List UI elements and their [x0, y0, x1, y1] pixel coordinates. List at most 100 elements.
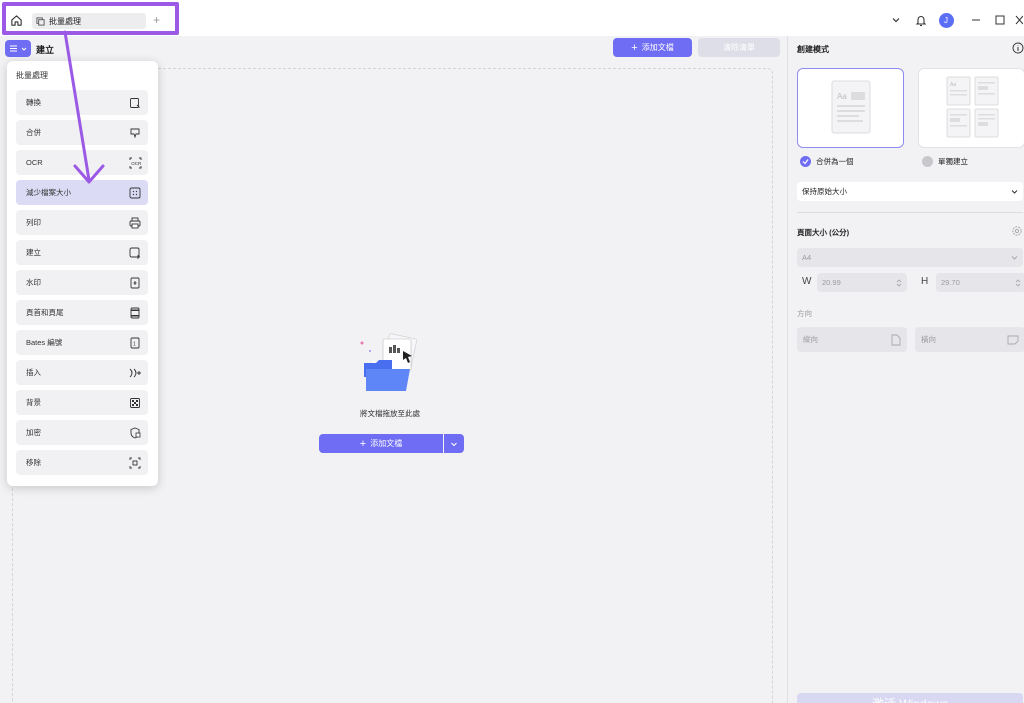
chevron-down-icon: [451, 442, 457, 446]
plus-icon: +: [359, 437, 367, 450]
height-input[interactable]: 29.70: [936, 273, 1024, 292]
merge-one-label: 合併為一個: [816, 157, 854, 166]
minimize-icon: [972, 19, 980, 21]
menu-item-label: 插入: [26, 368, 41, 377]
stepper-icon: [1015, 278, 1021, 287]
plus-icon: +: [631, 41, 638, 54]
page-size-label: 頁面大小 (公分): [797, 228, 850, 237]
info-icon[interactable]: [1012, 42, 1024, 54]
menu-item-label: 移除: [26, 458, 41, 467]
avatar: J: [938, 12, 954, 28]
chevron-down-icon: [21, 47, 27, 51]
menu-item[interactable]: 減少檔案大小: [16, 180, 148, 205]
menu-item[interactable]: 建立: [16, 240, 148, 265]
menu-item[interactable]: 轉換: [16, 90, 148, 115]
insert-icon: [128, 366, 142, 380]
orientation-label: 方向: [797, 309, 812, 318]
compress-icon: [128, 186, 142, 200]
avatar-button[interactable]: J: [937, 11, 955, 29]
gear-icon[interactable]: [1011, 225, 1023, 237]
create-mode-title: 創建模式: [797, 45, 829, 54]
multiple-documents-icon: Aa: [946, 76, 999, 138]
menu-item[interactable]: 移除: [16, 450, 148, 475]
landscape-label: 橫向: [921, 335, 936, 344]
landscape-button[interactable]: 橫向: [915, 327, 1024, 352]
ocr-icon: OCR: [128, 156, 142, 170]
menu-item-label: Bates 編號: [26, 338, 63, 347]
watermark-icon: [128, 276, 142, 290]
landscape-page-icon: [1007, 335, 1019, 344]
highlight-annotation: [2, 2, 179, 35]
menu-item-label: 轉換: [26, 98, 41, 107]
menu-item-label: 合併: [26, 128, 41, 137]
clear-list-button[interactable]: 清除清單: [698, 38, 780, 57]
width-value: 20.99: [822, 278, 841, 287]
menu-item[interactable]: 加密: [16, 420, 148, 445]
divider: [797, 212, 1023, 213]
minimize-button[interactable]: [969, 11, 983, 29]
paper-size-select[interactable]: A4: [797, 248, 1023, 267]
menu-item[interactable]: 合併: [16, 120, 148, 145]
menu-item-label: 加密: [26, 428, 41, 437]
menu-item-label: OCR: [26, 158, 43, 167]
title-bar: 批量處理 + J: [0, 0, 1024, 36]
width-input[interactable]: 20.99: [817, 273, 907, 292]
radio-checked-icon: [800, 156, 811, 167]
add-file-main-button[interactable]: + 添加文檔: [319, 434, 443, 453]
merge-one-option[interactable]: 合併為一個: [800, 156, 854, 167]
separate-option[interactable]: 單獨建立: [922, 156, 968, 167]
menu-item[interactable]: 水印: [16, 270, 148, 295]
height-label: H: [921, 276, 929, 287]
width-label: W: [802, 276, 812, 287]
menu-item[interactable]: 插入: [16, 360, 148, 385]
merge-mode-card[interactable]: Aa: [797, 68, 904, 148]
menu-item-label: 列印: [26, 218, 41, 227]
merge-icon: [128, 126, 142, 140]
add-file-dropdown-button[interactable]: [444, 434, 464, 453]
menu-item-label: 建立: [26, 248, 41, 257]
chevron-down-icon: [892, 18, 900, 23]
add-file-main-label: 添加文檔: [370, 439, 403, 448]
portrait-button[interactable]: 縱向: [797, 327, 907, 352]
portrait-page-icon: [891, 334, 901, 345]
bell-icon: [915, 15, 927, 26]
svg-text:OCR: OCR: [131, 161, 142, 166]
notification-button[interactable]: [913, 11, 929, 29]
batch-menu-button[interactable]: [5, 40, 31, 57]
convert-icon: [128, 96, 142, 110]
paper-size-value: A4: [802, 253, 812, 262]
menu-item-label: 減少檔案大小: [26, 188, 71, 197]
activate-windows-button[interactable]: 激活 Windows: [797, 693, 1023, 703]
maximize-button[interactable]: [993, 11, 1007, 29]
close-icon: [1015, 15, 1023, 25]
header-footer-icon: [128, 306, 142, 320]
close-button[interactable]: [1014, 11, 1024, 29]
page-title: 建立: [36, 45, 55, 55]
menu-item[interactable]: 列印: [16, 210, 148, 235]
menu-item[interactable]: Bates 編號 1: [16, 330, 148, 355]
add-file-button[interactable]: + 添加文檔: [613, 38, 692, 57]
menu-header: 批量處理: [16, 71, 48, 80]
single-document-icon: Aa: [831, 80, 871, 134]
remove-icon: [128, 456, 142, 470]
add-file-label: 添加文檔: [641, 43, 674, 52]
menu-item-label: 背景: [26, 398, 41, 407]
folder-illustration-icon: [360, 333, 417, 391]
clear-list-label: 清除清單: [723, 43, 755, 52]
height-value: 29.70: [941, 278, 960, 287]
keep-size-value: 保持原始大小: [802, 187, 847, 196]
menu-item[interactable]: OCR OCR: [16, 150, 148, 175]
stepper-icon: [896, 278, 902, 287]
menu-item[interactable]: 頁首和頁尾: [16, 300, 148, 325]
chevron-down-icon: [1011, 190, 1018, 194]
menu-item[interactable]: 背景: [16, 390, 148, 415]
radio-unchecked-icon: [922, 156, 933, 167]
drop-hint-text: 將文檔拖放至此處: [360, 409, 420, 418]
separate-mode-card[interactable]: Aa: [918, 68, 1024, 148]
background-icon: [128, 396, 142, 410]
chevron-down-button[interactable]: [889, 11, 903, 29]
batch-menu-panel: 批量處理 轉換合併 OCR OCR 減少檔案大小 列印建立水印頁首和頁尾 Bates 編號…: [7, 61, 158, 486]
bates-icon: 1: [128, 336, 142, 350]
svg-text:Aa: Aa: [837, 92, 847, 101]
keep-size-select[interactable]: 保持原始大小: [797, 182, 1023, 201]
